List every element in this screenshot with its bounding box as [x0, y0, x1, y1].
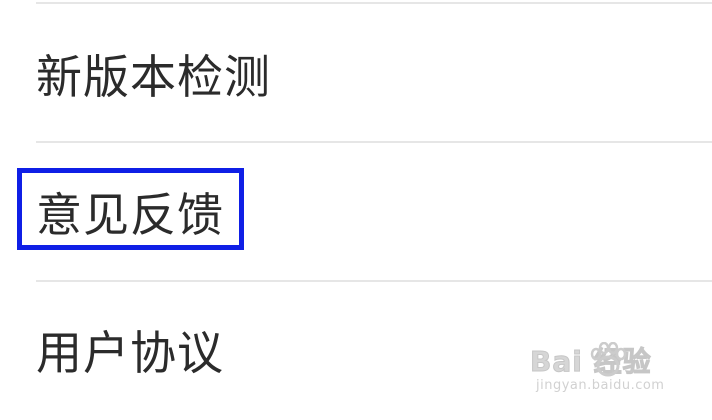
- menu-item-label: 用户协议: [36, 326, 224, 380]
- paw-logo-icon: [590, 342, 627, 377]
- menu-item-check-update[interactable]: 新版本检测: [0, 4, 712, 142]
- watermark-url: jingyan.baidu.com: [536, 378, 665, 393]
- highlight-annotation-box: [17, 168, 244, 250]
- baidu-jingyan-watermark: Bai 经验 jingyan.baidu.com: [530, 340, 698, 398]
- menu-item-label: 新版本检测: [36, 50, 271, 104]
